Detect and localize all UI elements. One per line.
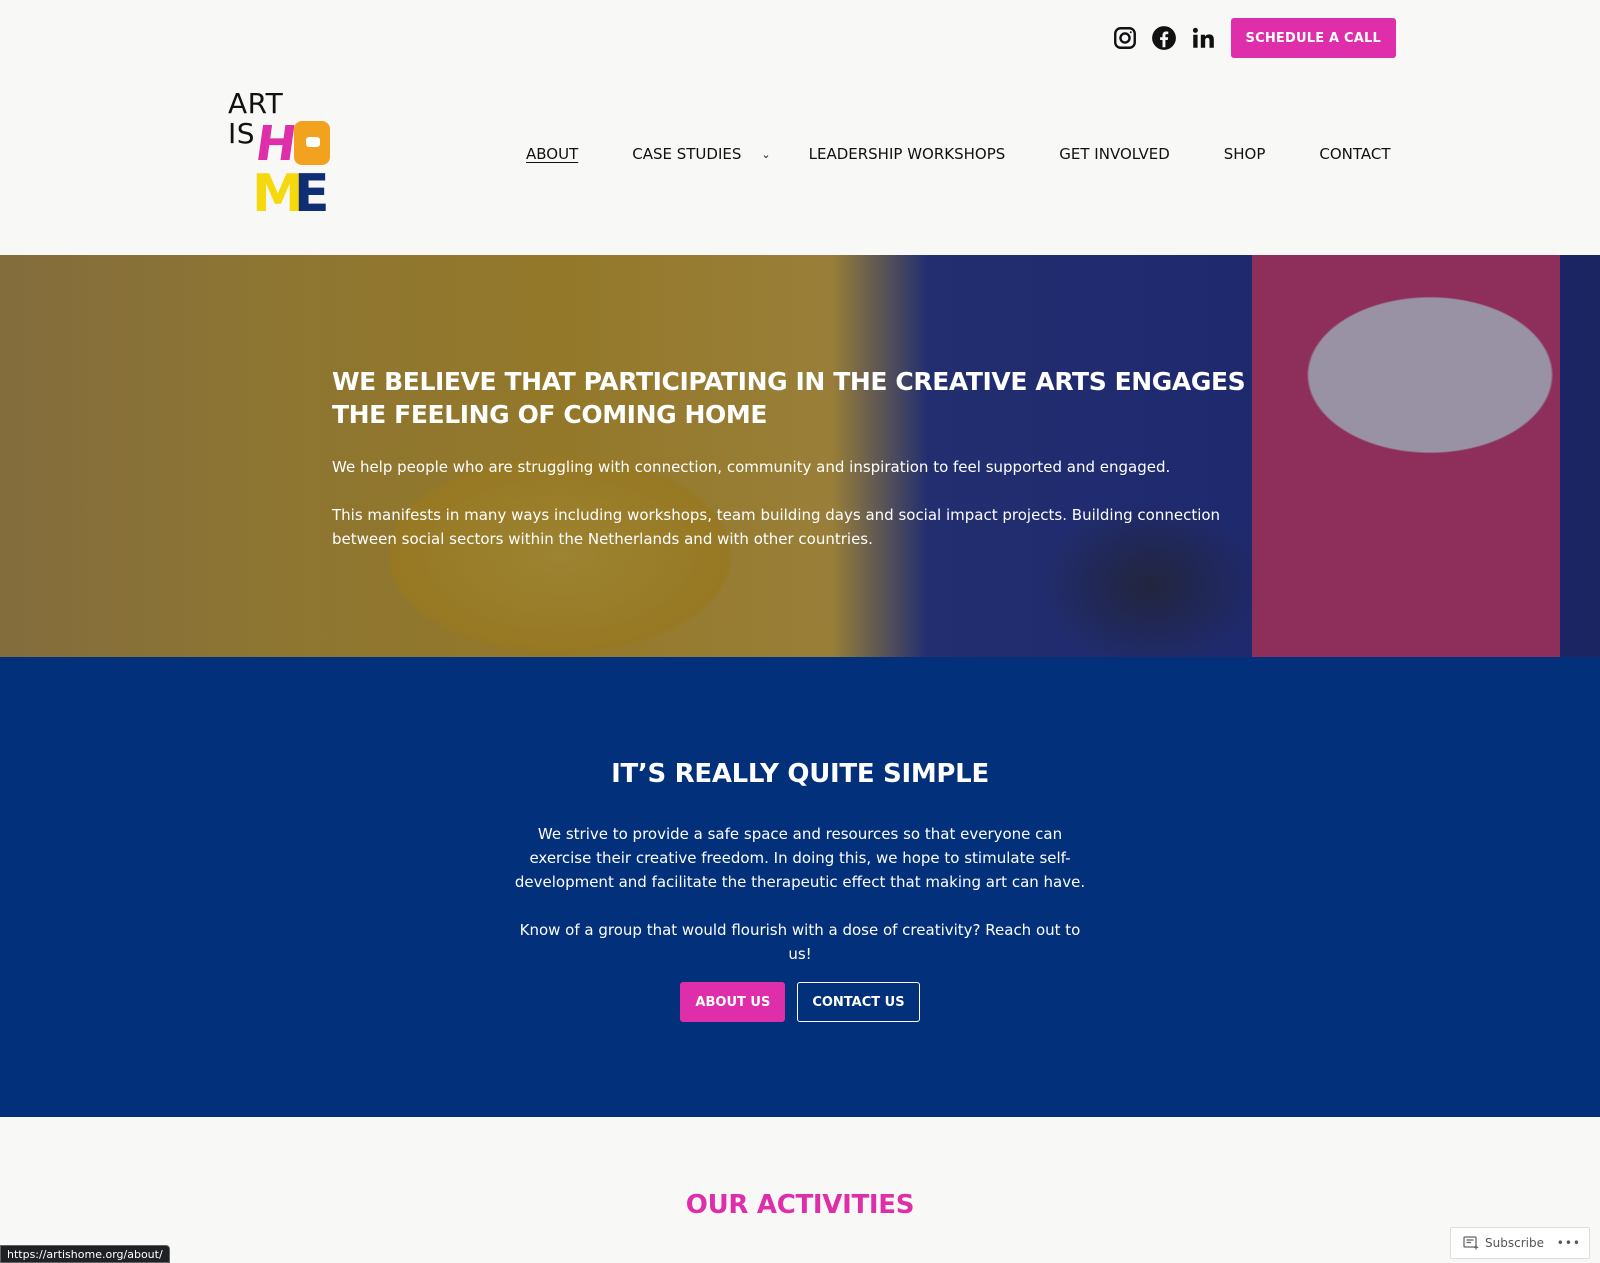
main-nav: ABOUT CASE STUDIES ⌄ LEADERSHIP WORKSHOP… xyxy=(526,145,1391,163)
hero-paragraph-1: We help people who are struggling with c… xyxy=(332,458,1171,476)
linkedin-icon[interactable] xyxy=(1190,25,1216,51)
schedule-call-button[interactable]: SCHEDULE A CALL xyxy=(1230,18,1396,58)
nav-get-involved[interactable]: GET INVOLVED xyxy=(1059,145,1169,163)
logo[interactable]: ART IS H M E xyxy=(228,88,334,220)
logo-o-shape xyxy=(294,121,330,165)
subscribe-label[interactable]: Subscribe xyxy=(1485,1236,1544,1250)
simple-section: IT’S REALLY QUITE SIMPLE We strive to pr… xyxy=(0,657,1600,1117)
header-topbar: SCHEDULE A CALL xyxy=(1112,18,1396,58)
activities-title: OUR ACTIVITIES xyxy=(685,1190,915,1220)
nav-leadership-workshops[interactable]: LEADERSHIP WORKSHOPS xyxy=(809,145,1006,163)
simple-body: We strive to provide a safe space and re… xyxy=(510,822,1090,966)
simple-paragraph-2: Know of a group that would flourish with… xyxy=(519,921,1081,963)
more-options-icon[interactable]: ••• xyxy=(1557,1236,1581,1250)
logo-art-text: ART xyxy=(228,87,284,120)
instagram-icon[interactable] xyxy=(1112,25,1138,51)
nav-contact[interactable]: CONTACT xyxy=(1319,145,1390,163)
hero-content: WE BELIEVE THAT PARTICIPATING IN THE CRE… xyxy=(332,365,1272,551)
logo-h-letter: H xyxy=(252,116,301,172)
hero-title: WE BELIEVE THAT PARTICIPATING IN THE CRE… xyxy=(332,367,1246,429)
contact-us-button[interactable]: CONTACT US xyxy=(797,982,920,1022)
hero-banner: WE BELIEVE THAT PARTICIPATING IN THE CRE… xyxy=(0,255,1600,657)
simple-title: IT’S REALLY QUITE SIMPLE xyxy=(611,759,989,789)
logo-e-letter: E xyxy=(294,164,330,224)
subscribe-icon xyxy=(1463,1236,1479,1250)
facebook-icon[interactable] xyxy=(1151,25,1177,51)
nav-about[interactable]: ABOUT xyxy=(526,145,578,163)
status-url: https://artishome.org/about/ xyxy=(0,1245,170,1263)
logo-is-text: IS xyxy=(228,117,256,150)
simple-buttons: ABOUT US CONTACT US xyxy=(0,982,1600,1022)
subscribe-bar[interactable]: Subscribe ••• xyxy=(1450,1227,1590,1259)
nav-case-studies[interactable]: CASE STUDIES xyxy=(632,145,741,163)
hero-paragraph-2: This manifests in many ways including wo… xyxy=(332,506,1221,548)
about-us-button[interactable]: ABOUT US xyxy=(680,982,786,1022)
nav-shop[interactable]: SHOP xyxy=(1224,145,1266,163)
chevron-down-icon[interactable]: ⌄ xyxy=(761,148,770,161)
simple-paragraph-1: We strive to provide a safe space and re… xyxy=(514,825,1086,891)
